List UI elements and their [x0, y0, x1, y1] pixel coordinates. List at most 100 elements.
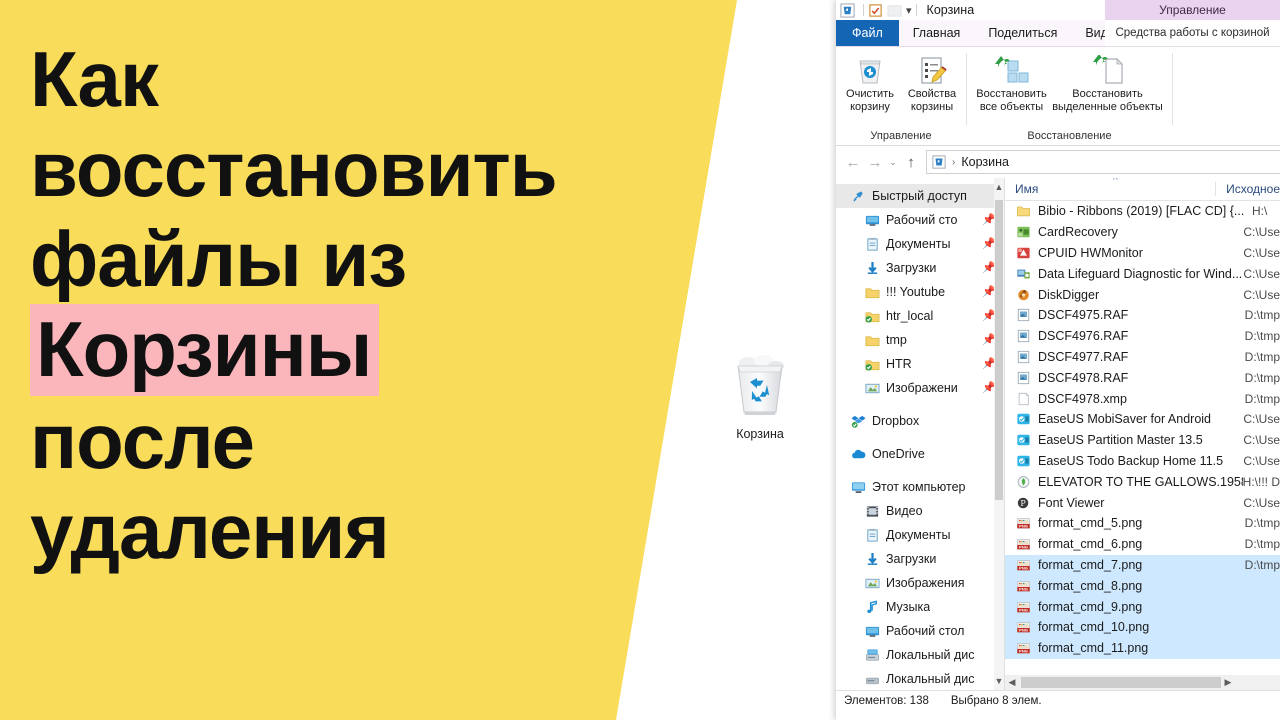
app-orange-icon	[1015, 287, 1031, 302]
sidebar-item-tmp[interactable]: tmp 📌	[836, 328, 1004, 352]
table-row[interactable]: P Font Viewer C:\Use	[1005, 492, 1280, 513]
sidebar-item-videos[interactable]: Видео	[836, 499, 1004, 523]
file-source-cell: C:\Use	[1243, 287, 1280, 302]
recycle-bin-icon[interactable]	[840, 2, 855, 18]
table-row[interactable]: EaseUS MobiSaver for Android C:\Use	[1005, 409, 1280, 430]
desktop-recycle-bin[interactable]: Корзина	[712, 348, 808, 441]
table-row[interactable]: DSCF4976.RAF D:\tmp	[1005, 326, 1280, 347]
sidebar-item-youtube-folder[interactable]: !!! Youtube 📌	[836, 280, 1004, 304]
sidebar-item-dropbox[interactable]: Dropbox	[836, 409, 1004, 433]
sidebar-item-music[interactable]: Музыка	[836, 595, 1004, 619]
file-source-cell: C:\Use	[1243, 453, 1280, 468]
folder-icon[interactable]	[887, 3, 902, 18]
table-row[interactable]: DiskDigger C:\Use	[1005, 284, 1280, 305]
table-row[interactable]: PNG format_cmd_8.png	[1005, 575, 1280, 597]
scroll-right-arrow-icon[interactable]: ▶	[1221, 677, 1235, 688]
table-row[interactable]: CardRecovery C:\Use	[1005, 222, 1280, 243]
forward-button[interactable]: →	[864, 154, 886, 171]
downloads-icon	[864, 551, 880, 567]
table-row[interactable]: DSCF4977.RAF D:\tmp	[1005, 347, 1280, 368]
tab-share[interactable]: Поделиться	[974, 20, 1071, 46]
table-row[interactable]: Bibio - Ribbons (2019) [FLAC CD] {... H:\	[1005, 201, 1280, 222]
table-row[interactable]: PNG format_cmd_5.png D:\tmp	[1005, 513, 1280, 534]
recent-locations-button[interactable]: ⌄	[886, 157, 900, 168]
tab-file[interactable]: Файл	[836, 20, 899, 46]
file-name-cell: EaseUS Partition Master 13.5	[1038, 433, 1203, 448]
sidebar-item-documents[interactable]: Документы 📌	[836, 232, 1004, 256]
contextual-tab-management[interactable]: Управление	[1105, 0, 1280, 20]
recycle-bin-properties-label-2: корзины	[910, 100, 954, 113]
sidebar-item-pictures-pc[interactable]: Изображения	[836, 571, 1004, 595]
sidebar-item-local-disk-c[interactable]: Локальный дис	[836, 643, 1004, 667]
restore-selected-button[interactable]: Восстановить выделенные объекты	[1050, 52, 1166, 113]
sidebar-item-quick-access[interactable]: Быстрый доступ	[836, 184, 1004, 208]
table-row[interactable]: PNG format_cmd_10.png	[1005, 616, 1280, 638]
videos-icon	[864, 503, 880, 519]
breadcrumb-current[interactable]: Корзина	[961, 155, 1009, 169]
scroll-up-arrow-icon[interactable]: ▲	[994, 180, 1004, 194]
documents-icon	[864, 236, 880, 252]
file-name-cell: ELEVATOR TO THE GALLOWS.1958.t...	[1038, 474, 1243, 489]
contextual-tab-recycle-bin-tools[interactable]: Средства работы с корзиной	[1105, 20, 1280, 46]
table-row[interactable]: EaseUS Partition Master 13.5 C:\Use	[1005, 430, 1280, 451]
restore-all-button[interactable]: Восстановить все объекты	[974, 52, 1050, 113]
tab-home[interactable]: Главная	[899, 20, 975, 46]
column-header-source[interactable]: Исходное	[1215, 182, 1280, 196]
restore-all-label-2: все объекты	[979, 100, 1044, 113]
ribbon-group-divider-2	[1172, 53, 1173, 125]
sidebar-item-pictures-quick[interactable]: Изображени 📌	[836, 376, 1004, 400]
empty-recycle-bin-button[interactable]: Очистить корзину	[839, 52, 901, 113]
app-blue-icon	[1015, 266, 1031, 281]
chevron-down-icon[interactable]: ▾	[906, 4, 912, 17]
status-selected-count: Выбрано 8 элем.	[950, 695, 1042, 707]
ribbon-group-restore-label: Восстановление	[1027, 130, 1112, 142]
properties-icon[interactable]	[868, 3, 883, 18]
scroll-down-arrow-icon[interactable]: ▼	[994, 674, 1004, 688]
recycle-bin-properties-button[interactable]: Свойства корзины	[901, 52, 963, 113]
sidebar-item-documents-pc[interactable]: Документы	[836, 523, 1004, 547]
file-source-cell: C:\Use	[1243, 433, 1280, 448]
file-source-cell: C:\Use	[1243, 225, 1280, 240]
ribbon-tabstrip: Файл Главная Поделиться Вид Средства раб…	[836, 20, 1280, 47]
restore-selected-label-1: Восстановить	[1072, 88, 1143, 100]
breadcrumb-bar[interactable]: › Корзина	[926, 150, 1280, 174]
banner-line-5: после	[30, 397, 255, 485]
sidebar-item-local-disk-d[interactable]: Локальный дис	[836, 667, 1004, 690]
sidebar-item-downloads-pc[interactable]: Загрузки	[836, 547, 1004, 571]
scrollbar-thumb[interactable]	[995, 200, 1003, 500]
table-row[interactable]: Data Lifeguard Diagnostic for Wind... C:\…	[1005, 263, 1280, 284]
folder-synced-icon	[864, 356, 880, 372]
sidebar-item-desktop[interactable]: Рабочий сто 📌	[836, 208, 1004, 232]
table-row[interactable]: PNG format_cmd_6.png D:\tmp	[1005, 534, 1280, 555]
table-row[interactable]: DSCF4975.RAF D:\tmp	[1005, 305, 1280, 326]
window-title: Корзина	[926, 3, 975, 17]
table-row[interactable]: ELEVATOR TO THE GALLOWS.1958.t... H:\!!! …	[1005, 471, 1280, 492]
table-row[interactable]: EaseUS Todo Backup Home 11.5 C:\Use	[1005, 451, 1280, 472]
title-banner: Как восстановить файлы из Корзины после …	[0, 0, 760, 720]
table-row[interactable]: DSCF4978.RAF D:\tmp	[1005, 367, 1280, 388]
recycle-bin-icon	[932, 155, 946, 169]
sidebar-item-htr[interactable]: HTR 📌	[836, 352, 1004, 376]
navigation-pane-scrollbar[interactable]: ▲ ▼	[994, 178, 1004, 690]
table-row[interactable]: PNG format_cmd_7.png D:\tmp	[1005, 554, 1280, 576]
table-row[interactable]: CPUID HWMonitor C:\Use	[1005, 243, 1280, 264]
sidebar-item-onedrive[interactable]: OneDrive	[836, 442, 1004, 466]
file-name-cell: Font Viewer	[1038, 495, 1105, 510]
sidebar-item-downloads[interactable]: Загрузки 📌	[836, 256, 1004, 280]
scroll-left-arrow-icon[interactable]: ◀	[1005, 677, 1019, 688]
table-row[interactable]: PNG format_cmd_9.png	[1005, 596, 1280, 617]
table-row[interactable]: PNG format_cmd_11.png	[1005, 637, 1280, 659]
up-button[interactable]: ↑	[900, 154, 922, 171]
png-icon: PNG	[1015, 557, 1031, 572]
sidebar-item-label: Локальный дис	[886, 672, 975, 686]
back-button[interactable]: ←	[842, 154, 864, 171]
sidebar-item-htr-local[interactable]: htr_local 📌	[836, 304, 1004, 328]
sidebar-item-label: Изображения	[886, 576, 965, 590]
column-header-name[interactable]: Имя ^	[1005, 178, 1215, 196]
sidebar-item-this-pc[interactable]: Этот компьютер	[836, 475, 1004, 499]
file-list-horizontal-scrollbar[interactable]: ◀ ▶	[1005, 675, 1280, 690]
table-row[interactable]: DSCF4978.xmp D:\tmp	[1005, 388, 1280, 409]
scrollbar-thumb-horizontal[interactable]	[1021, 677, 1221, 688]
status-items-count: Элементов: 138	[844, 695, 929, 707]
sidebar-item-desktop-pc[interactable]: Рабочий стол	[836, 619, 1004, 643]
